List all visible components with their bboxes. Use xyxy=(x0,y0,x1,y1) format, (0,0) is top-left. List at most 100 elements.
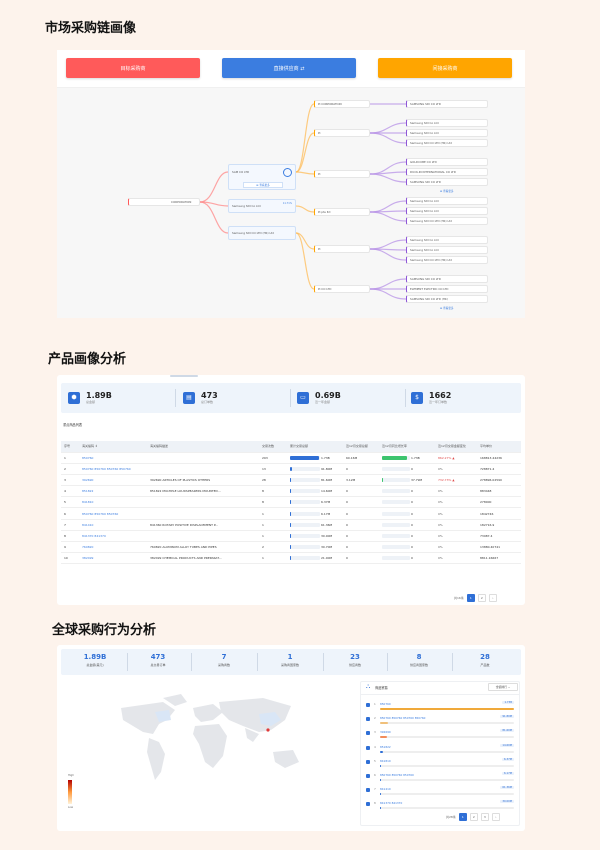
checkbox[interactable] xyxy=(366,759,370,764)
product-table: 序号 海关编码 ↕ 海关编码描述 交易次数 累计交易总额 近12月交易总额 近12月同比增长… xyxy=(61,441,521,565)
hs-code-link[interactable]: 841810 xyxy=(79,496,147,509)
branch-node-1[interactable]: Pi CORPORATION xyxy=(314,100,370,108)
leaf-node[interactable]: Samsung SDI Co Ltd xyxy=(406,246,488,254)
leaf-node[interactable]: DUCK-IN INTERNATIONAL CO LTD xyxy=(406,168,488,176)
center-buyer-node[interactable]: CORPORATION xyxy=(128,198,200,206)
hs-code-link[interactable]: 392690 xyxy=(79,474,147,487)
supplier-node-1[interactable]: SAM CO LTD ☰ 查看更多 xyxy=(228,164,296,190)
stat-divider xyxy=(191,653,192,671)
view-more-link[interactable]: ☰ 查看更多 xyxy=(440,306,454,310)
checkbox[interactable] xyxy=(366,774,370,778)
next-page-button[interactable]: › xyxy=(491,813,500,821)
share-badge: 11.71% xyxy=(282,202,292,205)
view-more-button[interactable]: ☰ 查看更多 xyxy=(243,182,283,188)
hs-code-link[interactable]: 760820 xyxy=(79,541,147,554)
leaf-node[interactable]: Samsung SDI Co Ltd xyxy=(406,207,488,215)
global-stat: 1 采购商国家数 xyxy=(280,653,299,667)
leaf-node[interactable]: SAMSUNG SDI CO LTD xyxy=(406,100,488,108)
checkbox[interactable] xyxy=(366,802,370,807)
leaf-node[interactable]: Samsung SDI Co Ltd xyxy=(406,119,488,127)
checkbox[interactable] xyxy=(366,703,370,707)
supplier-node-2[interactable]: Samsung SDI Co Ltd 11.71% xyxy=(228,199,296,213)
drag-handle[interactable] xyxy=(170,375,198,377)
leaf-node[interactable]: SAMSUNG SDI CO LTD (HK) xyxy=(406,295,488,303)
stat-total-amount: ⬢ 1.89B 总金额 xyxy=(68,391,112,404)
table-title: 重点商品列表 xyxy=(63,423,83,427)
rank-item[interactable]: 7 841410 61.36M xyxy=(362,786,518,798)
branch-node-4[interactable]: Pi pte ltd xyxy=(314,208,370,216)
rank-item[interactable]: 2 850760 850760 850760 850760 91.80M xyxy=(362,715,518,727)
row-index: 10 xyxy=(61,552,79,565)
stat-divider xyxy=(126,653,128,671)
ranking-sort-select[interactable]: 金额排行 ⌄ xyxy=(488,683,518,691)
leaf-node[interactable]: Samsung SDI Co Ltd xyxy=(406,197,488,205)
rank-item[interactable]: 8 841370 841370 30.00M xyxy=(362,800,518,812)
stat-year-orders: $ 1662 近一年订单数 xyxy=(411,391,451,404)
heat-legend xyxy=(68,780,72,804)
buyer-country-marker xyxy=(266,728,270,732)
avg-price: 278896.02590 xyxy=(477,474,521,487)
hs-description: 382499 CHEMICAL PRODUCTS AND PREPARAT... xyxy=(147,552,259,565)
hs-code-link[interactable]: 841410 xyxy=(79,519,147,531)
avg-price: 168813.44236 xyxy=(477,452,521,464)
leaf-node[interactable]: SAMSUNG SDI CO LTD xyxy=(406,275,488,283)
year-amount: 0 xyxy=(343,552,379,565)
yoy-amount: 0 xyxy=(379,552,435,565)
row-index: 5 xyxy=(61,496,79,509)
branch-node-6[interactable]: Pi CO LTD xyxy=(314,285,370,293)
page-1-button[interactable]: 1 xyxy=(466,594,475,602)
leaf-node[interactable]: Samsung SDI Co Ltd xyxy=(406,236,488,244)
checkbox[interactable] xyxy=(366,745,370,750)
global-stat: 28 产品数 xyxy=(480,653,490,667)
column-header[interactable]: 海关编码 ↕ xyxy=(79,441,147,453)
leaf-node[interactable]: GOLDCUBE CO LTD xyxy=(406,158,488,166)
column-header: 近12月同比增长率 xyxy=(379,441,435,453)
rank-item[interactable]: 5 841810 6.37M xyxy=(362,757,518,770)
hs-description: 760820 ALUMINUM ALLOY TUBES AND PIPES xyxy=(147,541,259,554)
next-page-button[interactable]: › xyxy=(488,594,497,602)
table-row: 9 760820 760820 ALUMINUM ALLOY TUBES AND P… xyxy=(61,541,521,554)
branch-node-5[interactable]: Pi xyxy=(314,245,370,253)
stat-divider xyxy=(387,653,388,671)
hs-code-link[interactable]: 850760 850760 850760 xyxy=(79,507,147,520)
row-index: 3 xyxy=(61,474,79,487)
page-2-button[interactable]: 2 xyxy=(469,813,478,821)
table-row: 10 382499 382499 CHEMICAL PRODUCTS AND PRE… xyxy=(61,552,521,565)
leaf-node[interactable]: Samsung SDI CO LTD (HK) Ltd xyxy=(406,256,488,264)
ranking-pagination: 共28条 1 2 3 › xyxy=(446,813,500,821)
leaf-node[interactable]: Samsung SDI CO LTD (HK) Ltd xyxy=(406,217,488,225)
hs-code-link[interactable]: 850760 850760 850760 850760 xyxy=(79,463,147,475)
amount-change: 732.73% ▲ xyxy=(435,474,477,487)
checkbox[interactable] xyxy=(366,717,370,722)
checkbox[interactable] xyxy=(366,788,370,793)
leaf-node[interactable]: Samsung SDI Co Ltd xyxy=(406,129,488,137)
checkbox[interactable] xyxy=(366,731,370,736)
supplier-node-3[interactable]: Samsung SDI CO LTD (HK) Ltd xyxy=(228,226,296,240)
rank-item[interactable]: 4 851822 14.60M xyxy=(362,743,518,756)
page-1-button[interactable]: 1 xyxy=(458,813,467,821)
branch-node-3[interactable]: Pi xyxy=(314,170,370,178)
rank-bar xyxy=(380,722,514,725)
branch-node-2[interactable]: Pi xyxy=(314,129,370,137)
page-2-button[interactable]: 2 xyxy=(477,594,486,602)
world-map-panel[interactable]: High Low xyxy=(63,680,358,827)
rank-item[interactable]: 1 850760 1.73B xyxy=(362,701,518,713)
hs-code-link[interactable]: 382499 xyxy=(79,552,147,565)
rank-item[interactable]: 6 850760 850760 850760 6.17M xyxy=(362,772,518,784)
row-index: 6 xyxy=(61,507,79,520)
hs-code-link[interactable]: 850760 xyxy=(79,452,147,464)
rank-item[interactable]: 3 392690 81.60M xyxy=(362,729,518,741)
leaf-node[interactable]: Samsung SDI CO LTD (HK) Ltd xyxy=(406,139,488,147)
view-more-link[interactable]: ☰ 查看更多 xyxy=(440,189,454,193)
page-3-button[interactable]: 3 xyxy=(480,813,489,821)
trade-count: 8 xyxy=(259,485,287,498)
total-amount-bar xyxy=(290,455,320,460)
leaf-node[interactable]: SAMSUNG SDI CO LTD xyxy=(406,178,488,186)
trade-count: 1 xyxy=(259,552,287,565)
hs-code-link[interactable]: 851822 xyxy=(79,485,147,498)
hs-code-link[interactable]: 841370 841370 xyxy=(79,530,147,543)
avg-price: 73987.4 xyxy=(477,530,521,543)
leaf-node[interactable]: ELEMENT ELECTRIC CO LTD xyxy=(406,285,488,293)
hs-description xyxy=(147,463,259,475)
document-icon: ▤ xyxy=(183,391,195,404)
